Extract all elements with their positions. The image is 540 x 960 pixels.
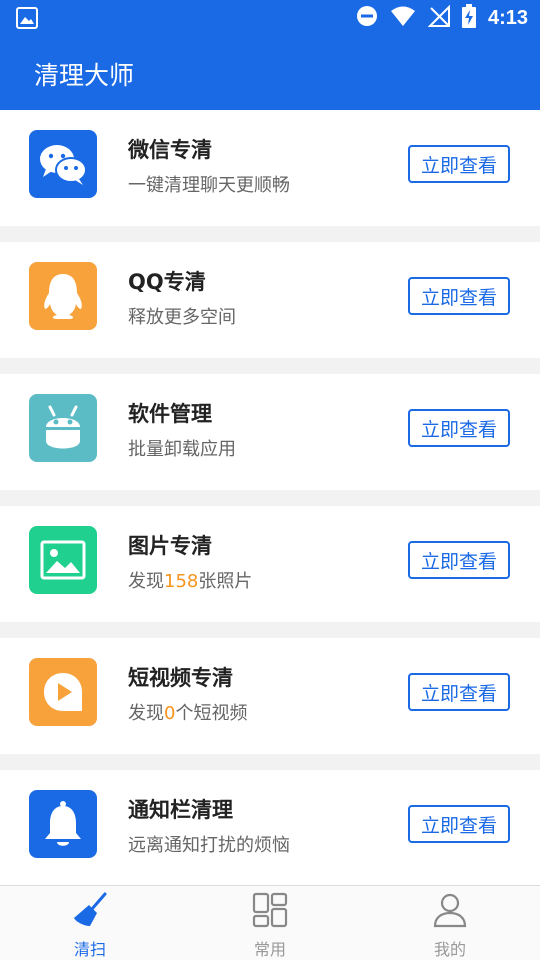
list-item-notifications[interactable]: 通知栏清理 远离通知打扰的烦恼 立即查看 [0,770,540,886]
bell-icon [29,790,97,858]
tab-common[interactable]: 常用 [180,886,360,960]
page-title: 清理大师 [34,61,135,90]
wifi-icon [390,5,416,31]
list-item-wechat[interactable]: 微信专清 一键清理聊天更顺畅 立即查看 [0,110,540,226]
card-title: QQ专清 [128,270,206,294]
gallery-notification-icon [16,7,38,33]
tab-label: 常用 [253,940,286,959]
card-subtitle: 发现158张照片 [128,567,252,593]
subtitle-suffix: 个短视频 [175,703,248,724]
view-now-button[interactable]: 立即查看 [408,673,510,711]
tab-label: 清扫 [73,940,106,959]
feature-list: 微信专清 一键清理聊天更顺畅 立即查看 QQ专清 释放更多空间 立即查看 软件管… [0,110,540,902]
do-not-disturb-icon [356,5,378,31]
no-signal-icon [427,4,450,31]
list-item-app-manager[interactable]: 软件管理 批量卸载应用 立即查看 [0,374,540,490]
bottom-nav: 清扫 常用 我的 [0,885,540,960]
list-item-photos[interactable]: 图片专清 发现158张照片 立即查看 [0,506,540,622]
subtitle-suffix: 张照片 [198,571,253,592]
card-subtitle: 批量卸载应用 [128,439,236,460]
card-subtitle: 远离通知打扰的烦恼 [128,835,290,856]
wechat-icon [29,130,97,198]
card-title: 短视频专清 [128,666,233,690]
view-now-button[interactable]: 立即查看 [408,277,510,315]
broom-icon [72,892,108,932]
card-subtitle: 一键清理聊天更顺畅 [128,175,290,196]
card-title: 图片专清 [128,534,212,558]
card-title: 通知栏清理 [128,798,233,822]
view-now-button[interactable]: 立即查看 [408,541,510,579]
video-play-icon [29,658,97,726]
list-item-qq[interactable]: QQ专清 释放更多空间 立即查看 [0,242,540,358]
photo-count: 158 [164,571,199,592]
android-icon [29,394,97,462]
qq-icon [29,262,97,330]
subtitle-prefix: 发现 [128,571,164,592]
tab-label: 我的 [433,940,466,959]
app-bar: 清理大师 [0,36,540,110]
tab-clean[interactable]: 清扫 [0,886,180,960]
card-subtitle: 发现0个短视频 [128,699,247,725]
grid-icon [252,892,288,932]
card-title: 微信专清 [128,138,212,162]
card-title: 软件管理 [128,402,212,426]
view-now-button[interactable]: 立即查看 [408,409,510,447]
view-now-button[interactable]: 立即查看 [408,145,510,183]
video-count: 0 [164,703,176,724]
clock: 4:13 [487,6,528,29]
tab-me[interactable]: 我的 [360,886,540,960]
battery-charging-icon [461,4,476,32]
view-now-button[interactable]: 立即查看 [408,805,510,843]
person-icon [432,892,468,932]
subtitle-prefix: 发现 [128,703,164,724]
card-subtitle: 释放更多空间 [128,307,236,328]
list-item-short-video[interactable]: 短视频专清 发现0个短视频 立即查看 [0,638,540,754]
image-icon [29,526,97,594]
status-bar: 4:13 [0,0,540,36]
